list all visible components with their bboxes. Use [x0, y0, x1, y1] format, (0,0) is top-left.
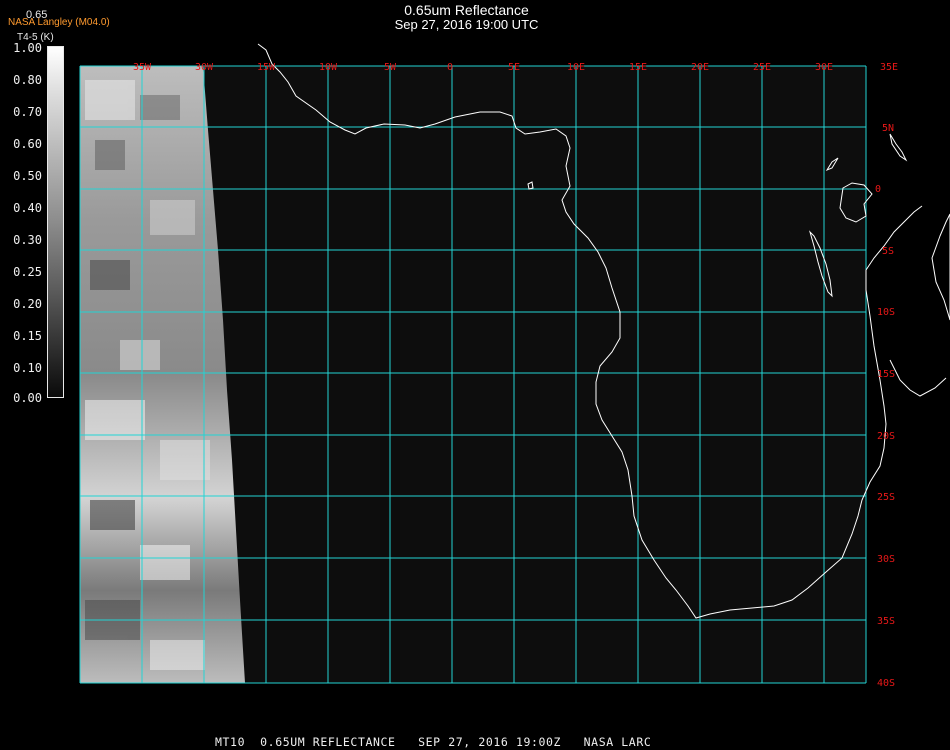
lon-label: 30W — [195, 62, 214, 73]
lon-label: 30E — [815, 62, 833, 73]
lon-label: 15E — [629, 62, 647, 73]
mozambique-channel-coast — [889, 359, 947, 397]
lat-label: 5S — [882, 246, 894, 257]
satellite-viewer: 0.65um Reflectance Sep 27, 2016 19:00 UT… — [0, 0, 950, 750]
footer-caption: MT10 0.65UM REFLECTANCE SEP 27, 2016 19:… — [215, 735, 652, 749]
lon-label: 35E — [880, 62, 898, 73]
lon-label: 25E — [753, 62, 771, 73]
lat-label: 0 — [875, 184, 881, 195]
lon-label: 10W — [319, 62, 338, 73]
lat-label: 25S — [877, 492, 895, 503]
map-panel: 35W 30W 15W 10W 5W 0 5E 10E 15E 20E 25E … — [79, 43, 950, 689]
lon-label: 20E — [691, 62, 709, 73]
lat-label: 5N — [882, 123, 894, 134]
lon-label: 10E — [567, 62, 585, 73]
lat-label: 15S — [877, 369, 895, 380]
latitude-labels: 5N 0 5S 10S 15S 20S 25S 30S 35S 40S — [875, 123, 895, 689]
lat-label: 10S — [877, 307, 895, 318]
madagascar — [931, 213, 950, 321]
lat-label: 20S — [877, 431, 895, 442]
lon-label: 5W — [384, 62, 397, 73]
lon-label: 35W — [133, 62, 152, 73]
lon-label: 5E — [508, 62, 520, 73]
lat-label: 30S — [877, 554, 895, 565]
lon-label: 0 — [447, 62, 453, 73]
lat-label: 35S — [877, 616, 895, 627]
lon-label: 15W — [257, 62, 276, 73]
lake-turkana — [889, 133, 908, 162]
lat-label: 40S — [877, 678, 895, 689]
